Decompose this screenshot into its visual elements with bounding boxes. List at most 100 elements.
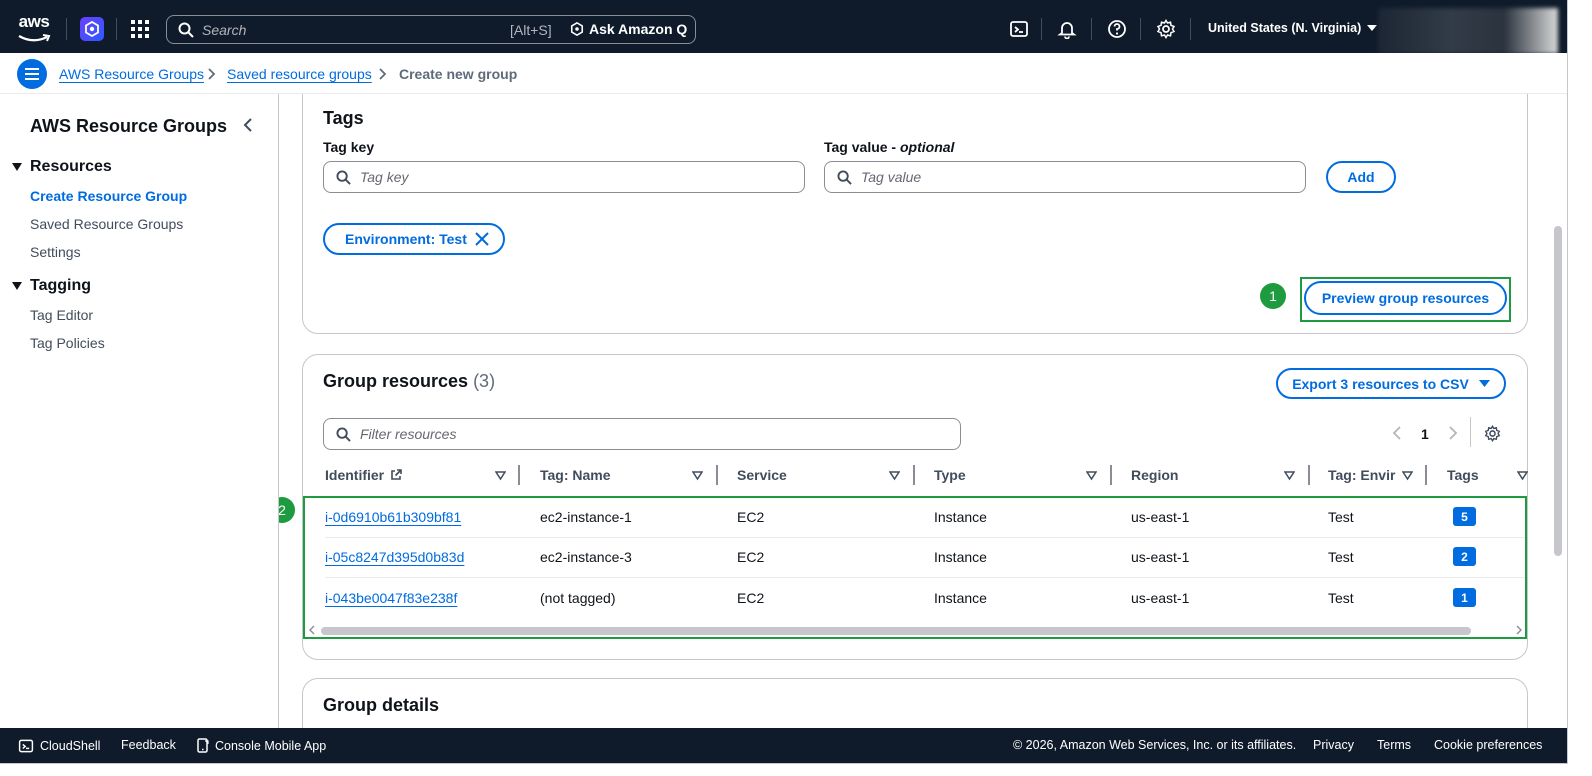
caret-down-icon: [1367, 25, 1378, 31]
cell-tag-name: (not tagged): [540, 590, 616, 606]
caret-down-icon: [1478, 380, 1490, 387]
sidebar-item-tag-editor[interactable]: Tag Editor: [30, 307, 93, 323]
previous-page-icon[interactable]: [1391, 425, 1403, 441]
console-window: aws Search [Alt+S] Ask Amazon Q United S…: [0, 0, 1568, 764]
region-selector[interactable]: United States (N. Virginia): [1208, 21, 1378, 35]
region-label: United States (N. Virginia): [1208, 21, 1362, 35]
footer-cloudshell-label: CloudShell: [40, 739, 101, 753]
preview-group-resources-button[interactable]: Preview group resources: [1304, 281, 1507, 315]
nav-separator: [1041, 18, 1042, 40]
side-navigation: AWS Resource Groups Resources Create Res…: [0, 94, 279, 728]
breadcrumb-saved-groups[interactable]: Saved resource groups: [227, 66, 372, 82]
sort-caret-icon[interactable]: [889, 470, 900, 481]
tag-value-label-text: Tag value -: [824, 139, 900, 155]
tag-count-badge[interactable]: 2: [1453, 547, 1476, 566]
step-marker-2: 2: [279, 497, 295, 523]
row-divider: [325, 537, 1525, 538]
footer-terms-link[interactable]: Terms: [1377, 738, 1411, 752]
sort-caret-icon[interactable]: [1402, 470, 1413, 481]
column-header-tag-name[interactable]: Tag: Name: [540, 467, 611, 483]
column-resizer[interactable]: [716, 465, 718, 485]
sidebar-item-settings[interactable]: Settings: [30, 244, 81, 260]
page-scrollbar-thumb[interactable]: [1554, 226, 1562, 556]
notifications-bell-icon[interactable]: [1057, 19, 1077, 39]
aws-logo[interactable]: aws: [16, 13, 52, 43]
column-header-identifier[interactable]: Identifier: [325, 467, 402, 483]
settings-gear-icon[interactable]: [1156, 19, 1176, 39]
footer-feedback-link[interactable]: Feedback: [121, 738, 176, 752]
sidebar-item-saved-resource-groups[interactable]: Saved Resource Groups: [30, 216, 183, 232]
tags-card: Tags Tag key Tag value - optional Tag ke…: [302, 94, 1528, 334]
column-header-type[interactable]: Type: [934, 467, 966, 483]
export-csv-button[interactable]: Export 3 resources to CSV: [1276, 368, 1506, 399]
add-tag-button[interactable]: Add: [1326, 161, 1396, 193]
search-placeholder: Search: [202, 22, 247, 38]
column-header-tags[interactable]: Tags: [1447, 467, 1479, 483]
tag-key-input[interactable]: Tag key: [323, 161, 805, 193]
global-search-input[interactable]: Search [Alt+S] Ask Amazon Q: [166, 15, 696, 44]
column-resizer[interactable]: [518, 465, 520, 485]
scroll-right-icon[interactable]: [1515, 625, 1523, 635]
footer-cookie-preferences-link[interactable]: Cookie preferences: [1434, 738, 1542, 752]
account-menu-redacted[interactable]: [1378, 8, 1558, 54]
cloudshell-icon[interactable]: [1009, 19, 1029, 39]
sort-caret-icon[interactable]: [1517, 470, 1528, 481]
column-header-label: Identifier: [325, 467, 385, 483]
footer-mobile-app-link[interactable]: Console Mobile App: [197, 738, 326, 753]
sidebar-item-tag-policies[interactable]: Tag Policies: [30, 335, 105, 351]
filter-resources-input[interactable]: Filter resources: [323, 418, 961, 450]
tag-key-label: Tag key: [323, 139, 375, 155]
next-page-icon[interactable]: [1447, 425, 1459, 441]
column-resizer[interactable]: [1308, 465, 1310, 485]
sidebar-section-tagging[interactable]: Tagging: [12, 277, 91, 295]
sidebar-section-resources[interactable]: Resources: [12, 158, 112, 176]
group-details-card: Group details: [302, 678, 1528, 728]
scroll-left-icon[interactable]: [308, 625, 316, 635]
ask-amazon-q-button[interactable]: Ask Amazon Q: [570, 21, 687, 37]
cell-region: us-east-1: [1131, 549, 1190, 565]
sort-caret-icon[interactable]: [692, 470, 703, 481]
column-resizer[interactable]: [1425, 465, 1427, 485]
column-header-region[interactable]: Region: [1131, 467, 1178, 483]
external-link-icon: [391, 469, 402, 480]
navigation-menu-button[interactable]: [17, 59, 47, 89]
current-page-number[interactable]: 1: [1421, 426, 1429, 442]
sort-caret-icon[interactable]: [1284, 470, 1295, 481]
caret-down-icon: [12, 282, 22, 290]
tag-count-badge[interactable]: 1: [1453, 588, 1476, 607]
collapse-sidebar-icon[interactable]: [242, 117, 254, 133]
sort-caret-icon[interactable]: [495, 470, 506, 481]
cell-service: EC2: [737, 509, 765, 525]
resource-identifier-link[interactable]: i-043be0047f83e238f: [325, 590, 457, 606]
top-navigation: aws Search [Alt+S] Ask Amazon Q United S…: [0, 4, 1567, 54]
services-grid-icon[interactable]: [130, 19, 150, 39]
breadcrumb-resource-groups[interactable]: AWS Resource Groups: [59, 66, 204, 82]
tag-token-label: Environment: Test: [345, 231, 467, 247]
amazon-q-app-icon[interactable]: [80, 17, 104, 41]
table-horizontal-scrollbar[interactable]: [321, 627, 1471, 635]
column-resizer[interactable]: [913, 465, 915, 485]
table-preferences-gear-icon[interactable]: [1484, 425, 1501, 442]
close-icon[interactable]: [475, 232, 489, 246]
mobile-phone-icon: [197, 738, 209, 753]
resource-identifier-link[interactable]: i-05c8247d395d0b83d: [325, 549, 464, 565]
main-content: Tags Tag key Tag value - optional Tag ke…: [279, 94, 1555, 728]
resource-identifier-link[interactable]: i-0d6910b61b309bf81: [325, 509, 461, 525]
tag-value-input[interactable]: Tag value: [824, 161, 1306, 193]
sidebar-item-create-resource-group[interactable]: Create Resource Group: [30, 188, 187, 204]
group-resources-heading: Group resources (3): [323, 371, 495, 392]
cell-tag-name: ec2-instance-1: [540, 509, 632, 525]
column-resizer[interactable]: [1110, 465, 1112, 485]
help-icon[interactable]: [1107, 19, 1127, 39]
nav-separator: [1091, 18, 1092, 40]
column-header-service[interactable]: Service: [737, 467, 787, 483]
column-header-tag-environment[interactable]: Tag: Envir: [1328, 467, 1395, 483]
sidebar-title[interactable]: AWS Resource Groups: [30, 116, 227, 137]
search-icon: [178, 22, 194, 38]
tag-count-badge[interactable]: 5: [1453, 507, 1476, 526]
nav-separator: [1190, 18, 1191, 40]
footer-cloudshell-link[interactable]: CloudShell: [18, 738, 100, 754]
footer-privacy-link[interactable]: Privacy: [1313, 738, 1354, 752]
sort-caret-icon[interactable]: [1086, 470, 1097, 481]
footer-copyright: © 2026, Amazon Web Services, Inc. or its…: [1013, 738, 1297, 752]
